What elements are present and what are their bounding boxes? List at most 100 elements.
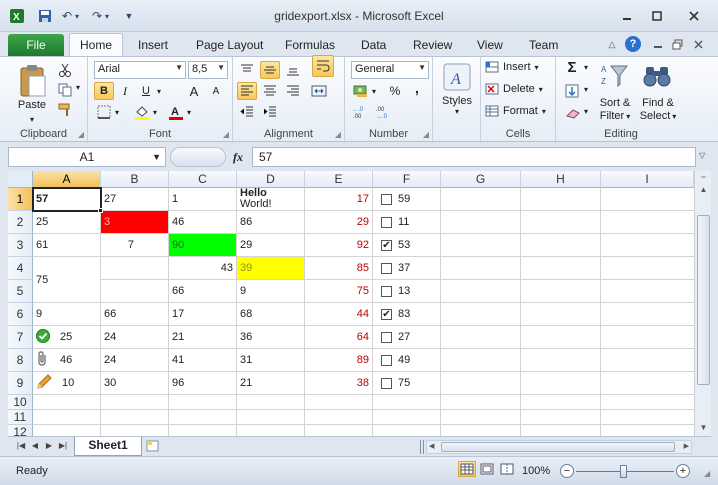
cell-e7[interactable]: 64 (305, 326, 373, 349)
vertical-scrollbar[interactable]: ═ ▲ ▼ (694, 171, 711, 436)
cell-e4[interactable]: 85 (305, 257, 373, 280)
cell-c1[interactable]: 1 (169, 188, 237, 211)
cell-c5[interactable]: 66 (169, 280, 237, 303)
autosum-dropdown-icon[interactable]: ▾ (582, 63, 590, 72)
cell-d2[interactable]: 86 (237, 211, 305, 234)
maximize-button[interactable] (644, 6, 670, 26)
column-header-f[interactable]: F (373, 171, 441, 188)
underline-dropdown-icon[interactable]: ▾ (154, 82, 164, 100)
cell-e5[interactable]: 75 (305, 280, 373, 303)
row-header-12[interactable]: 12 (8, 425, 33, 436)
cell-c7[interactable]: 21 (169, 326, 237, 349)
chevron-down-icon[interactable]: ▼ (152, 148, 161, 166)
scroll-right-icon[interactable]: ▶ (684, 442, 689, 450)
cell-b2[interactable]: 3 (101, 211, 169, 234)
checkbox-f8[interactable] (381, 354, 392, 366)
cell-f3[interactable]: ✔ 53 (373, 234, 441, 257)
column-header-b[interactable]: B (101, 171, 169, 188)
copy-icon[interactable] (56, 81, 74, 99)
resize-grip-icon[interactable]: ◢ (704, 469, 710, 478)
find-select-button[interactable]: Select ▾ (638, 110, 678, 122)
font-size-select[interactable]: 8,5 ▼ (188, 61, 228, 79)
cell-a9[interactable]: 10 (33, 372, 101, 395)
currency-icon[interactable] (351, 82, 371, 100)
cell-b8[interactable]: 24 (101, 349, 169, 372)
fill-icon[interactable] (564, 83, 580, 99)
worksheet-grid[interactable]: A B C D E F G H I 1 2 3 4 5 6 7 8 9 10 1… (8, 171, 694, 436)
cell-d7[interactable]: 36 (237, 326, 305, 349)
tab-insert[interactable]: Insert (138, 38, 168, 52)
formula-bar-splitter[interactable] (170, 147, 226, 167)
cell-d5[interactable]: 9 (237, 280, 305, 303)
cell-e2[interactable]: 29 (305, 211, 373, 234)
column-header-e[interactable]: E (305, 171, 373, 188)
paste-icon[interactable] (16, 63, 50, 99)
row-header-5[interactable]: 5 (8, 280, 33, 303)
tab-file[interactable]: File (8, 34, 64, 56)
cell-a8[interactable]: 46 (33, 349, 101, 372)
cell-b4[interactable] (101, 257, 169, 280)
row-header-8[interactable]: 8 (8, 349, 33, 372)
row-header-11[interactable]: 11 (8, 410, 33, 425)
cell-c8[interactable]: 41 (169, 349, 237, 372)
cell-e6[interactable]: 44 (305, 303, 373, 326)
checkbox-f7[interactable] (381, 331, 392, 343)
cell-e3[interactable]: 92 (305, 234, 373, 257)
cell-b7[interactable]: 24 (101, 326, 169, 349)
borders-icon[interactable] (94, 103, 114, 121)
cell-c2[interactable]: 46 (169, 211, 237, 234)
row-header-7[interactable]: 7 (8, 326, 33, 349)
paste-dropdown-icon[interactable]: ▾ (22, 115, 42, 124)
minimize-ribbon-icon[interactable]: △ (604, 36, 620, 52)
cut-icon[interactable] (56, 61, 74, 79)
cell-f9[interactable]: 75 (373, 372, 441, 395)
checkbox-f4[interactable] (381, 262, 392, 274)
align-bottom-icon[interactable] (283, 61, 303, 79)
row-header-4[interactable]: 4 (8, 257, 33, 280)
column-header-c[interactable]: C (169, 171, 237, 188)
copy-dropdown-icon[interactable]: ▾ (74, 83, 82, 92)
close-button[interactable] (676, 6, 712, 26)
cell-f5[interactable]: 13 (373, 280, 441, 303)
styles-dropdown-icon[interactable]: ▾ (447, 107, 467, 116)
checkbox-f9[interactable] (381, 377, 392, 389)
cell-f4[interactable]: 37 (373, 257, 441, 280)
cell-d6[interactable]: 68 (237, 303, 305, 326)
font-name-select[interactable]: Arial ▼ (94, 61, 186, 79)
increase-decimal-icon[interactable]: ←.0.00 (351, 103, 371, 121)
workbook-restore-icon[interactable] (669, 36, 685, 52)
tab-split-handle[interactable] (420, 440, 424, 454)
tab-data[interactable]: Data (361, 38, 386, 52)
sheet-tab-sheet1[interactable]: Sheet1 (74, 437, 142, 456)
align-top-icon[interactable] (237, 61, 257, 79)
cell-b3[interactable]: 7 (101, 234, 169, 257)
tab-review[interactable]: Review (413, 38, 452, 52)
first-sheet-icon[interactable]: |◀ (16, 441, 26, 450)
page-break-view-icon[interactable] (498, 461, 516, 477)
next-sheet-icon[interactable]: ▶ (44, 441, 54, 450)
clipboard-dialog-launcher-icon[interactable]: ◢ (78, 130, 84, 139)
row-header-10[interactable]: 10 (8, 395, 33, 410)
cell-d9[interactable]: 21 (237, 372, 305, 395)
comma-style-button[interactable]: , (407, 79, 427, 97)
checkbox-f3[interactable]: ✔ (381, 239, 392, 251)
format-cells-button[interactable]: Format ▾ (485, 105, 553, 117)
scroll-up-icon[interactable]: ▲ (697, 183, 710, 197)
row-header-1[interactable]: 1 (8, 188, 33, 211)
cell-c9[interactable]: 96 (169, 372, 237, 395)
cell-e9[interactable]: 38 (305, 372, 373, 395)
row-header-9[interactable]: 9 (8, 372, 33, 395)
cell-c6[interactable]: 17 (169, 303, 237, 326)
column-header-a[interactable]: A (33, 171, 101, 188)
paste-button[interactable]: Paste (12, 99, 52, 111)
italic-button[interactable]: I (115, 82, 135, 100)
decrease-indent-icon[interactable] (237, 103, 257, 121)
checkbox-f1[interactable] (381, 193, 392, 205)
zoom-level[interactable]: 100% (522, 465, 550, 477)
expand-formula-bar-icon[interactable]: ▽ (699, 151, 705, 160)
tab-view[interactable]: View (477, 38, 503, 52)
prev-sheet-icon[interactable]: ◀ (30, 441, 40, 450)
cell-f1[interactable]: 59 (373, 188, 441, 211)
clear-dropdown-icon[interactable]: ▾ (582, 107, 590, 116)
horizontal-scrollbar[interactable]: ◀ ▶ (426, 440, 692, 454)
